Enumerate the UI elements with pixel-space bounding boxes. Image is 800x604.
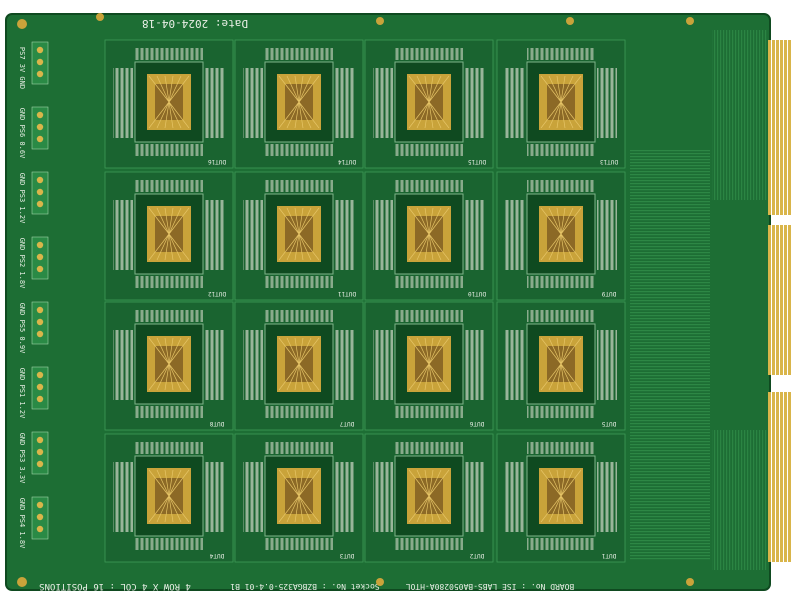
dut-cell [496,433,626,563]
dut-cell [104,301,234,431]
rail-label: PS7 3V GND [18,47,26,89]
dut-cell [496,171,626,301]
dut-label: DUT1 [601,552,616,559]
rail-label: GND PS3 1.2V [18,173,26,224]
dut-label: DUT4 [209,552,224,559]
rail-connector [31,41,49,85]
dut-cell [104,433,234,563]
dut-cell [364,433,494,563]
dut-label: DUT16 [208,158,226,165]
rail-connector [31,236,49,280]
rail-connector [31,106,49,150]
socket-label: Socket No. : BZBGA325-0.4-01 B1 [230,582,379,591]
dut-label: DUT9 [601,290,616,297]
dut-label: DUT11 [338,290,356,297]
dut-label: DUT5 [601,420,616,427]
rail-label: GND PS4 1.8V [18,498,26,549]
dut-cell [104,171,234,301]
dut-cell [364,171,494,301]
date-label: Date: 2024-04-18 [142,17,248,30]
rail-label: GND PS3 3.3V [18,433,26,484]
dut-label: DUT15 [468,158,486,165]
rail-label: GND PS2 1.8V [18,238,26,289]
dut-cell [496,301,626,431]
rail-label: GND PS5 0.9V [18,303,26,354]
dut-cell [234,433,364,563]
board-label: BOARD No. : ISE LABS-BA050280A-HTOL [406,582,575,591]
dut-label: DUT13 [600,158,618,165]
edge-connector [768,40,792,562]
rail-connector [31,366,49,410]
rail-label: GND PS1 1.2V [18,368,26,419]
dut-cell [234,301,364,431]
routing-field [630,150,710,560]
dut-label: DUT7 [339,420,354,427]
dut-label: DUT2 [469,552,484,559]
dut-label: DUT10 [468,290,486,297]
dut-label: DUT3 [339,552,354,559]
rail-connector [31,496,49,540]
bottom-silkscreen: 4 ROW X 4 COL : 16 POSITIONS [39,581,191,591]
rail-connector [31,171,49,215]
dut-cell [234,39,364,169]
rail-connector [31,431,49,475]
dut-label: DUT8 [209,420,224,427]
dut-label: DUT12 [208,290,226,297]
dut-label: DUT14 [338,158,356,165]
dut-cell [104,39,234,169]
dut-cell [364,39,494,169]
dut-cell [496,39,626,169]
pcb-board: Date: 2024-04-18 BOARD No. : ISE LABS-BA… [5,13,792,591]
dut-cell [364,301,494,431]
dut-cell [234,171,364,301]
dut-label: DUT6 [469,420,484,427]
rail-connector [31,301,49,345]
rail-label: GND PS6 0.6V [18,108,26,159]
